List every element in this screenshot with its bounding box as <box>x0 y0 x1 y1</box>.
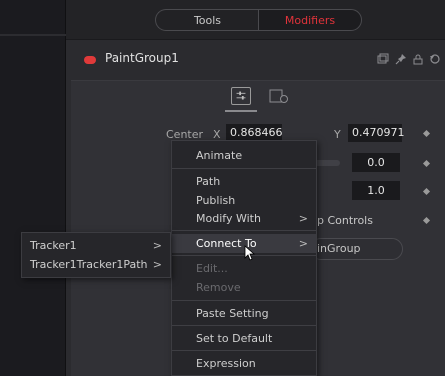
menu-item-path[interactable]: Path <box>172 172 316 191</box>
menu-item-label: Path <box>196 175 221 188</box>
menu-item-label: Animate <box>196 149 243 162</box>
menu-item-label: Set to Default <box>196 332 273 345</box>
menu-item-label: Edit... <box>196 262 228 275</box>
tab-modifiers[interactable]: Modifiers <box>258 9 362 31</box>
pin-icon[interactable] <box>395 53 407 65</box>
submenu-arrow-icon: > <box>152 239 162 252</box>
controls-tab-icon[interactable] <box>231 87 251 105</box>
menu-item-label: Paste Setting <box>196 307 269 320</box>
submenu-arrow-icon: > <box>152 258 162 271</box>
submenu-item-label: Tracker1Tracker1Path <box>30 258 148 271</box>
node-enable-toggle[interactable] <box>84 56 96 64</box>
menu-item-animate[interactable]: Animate <box>172 146 316 165</box>
value-input-2[interactable]: 1.0 <box>352 181 400 200</box>
menu-item-set-to-default[interactable]: Set to Default <box>172 329 316 348</box>
submenu-arrow-icon: > <box>298 237 308 250</box>
menu-separator <box>172 230 316 231</box>
controls-checkbox-label[interactable]: p Controls <box>317 214 373 227</box>
submenu-item-tracker1-path[interactable]: Tracker1Tracker1Path > <box>22 255 170 275</box>
menu-separator <box>172 325 316 326</box>
center-y-label: Y <box>334 128 341 141</box>
center-y-input[interactable]: 0.470971 <box>348 124 405 142</box>
menu-item-publish[interactable]: Publish <box>172 191 316 210</box>
menu-item-label: Publish <box>196 194 236 207</box>
menu-item-label: Modify With <box>196 212 261 225</box>
menu-separator <box>172 300 316 301</box>
menu-item-remove: Remove <box>172 278 316 297</box>
menu-separator <box>172 168 316 169</box>
menu-item-expression[interactable]: Expression <box>172 354 316 373</box>
menu-item-modify-with[interactable]: Modify With > <box>172 209 316 228</box>
submenu-arrow-icon: > <box>298 212 308 225</box>
active-tab-indicator <box>225 110 257 112</box>
settings-tab-icon[interactable] <box>268 87 290 105</box>
copy-icon[interactable] <box>377 53 389 65</box>
submenu-item-tracker1[interactable]: Tracker1 > <box>22 236 170 256</box>
node-title[interactable]: PaintGroup1 <box>105 51 179 65</box>
submenu-item-label: Tracker1 <box>30 239 77 252</box>
reset-icon[interactable] <box>429 53 441 65</box>
lock-icon[interactable] <box>412 53 424 65</box>
menu-item-edit: Edit... <box>172 259 316 278</box>
value-input-1[interactable]: 0.0 <box>352 153 400 172</box>
connect-to-submenu: Tracker1 > Tracker1Tracker1Path > <box>21 232 171 278</box>
menu-item-paste-setting[interactable]: Paste Setting <box>172 304 316 323</box>
menu-item-label: Remove <box>196 281 241 294</box>
menu-separator <box>172 350 316 351</box>
menu-item-label: Expression <box>196 357 256 370</box>
left-panel <box>0 0 66 376</box>
tab-tools[interactable]: Tools <box>155 9 259 31</box>
left-panel-divider <box>0 34 66 36</box>
group-button[interactable]: inGroup <box>310 238 403 260</box>
pointer-cursor-icon <box>244 245 256 261</box>
